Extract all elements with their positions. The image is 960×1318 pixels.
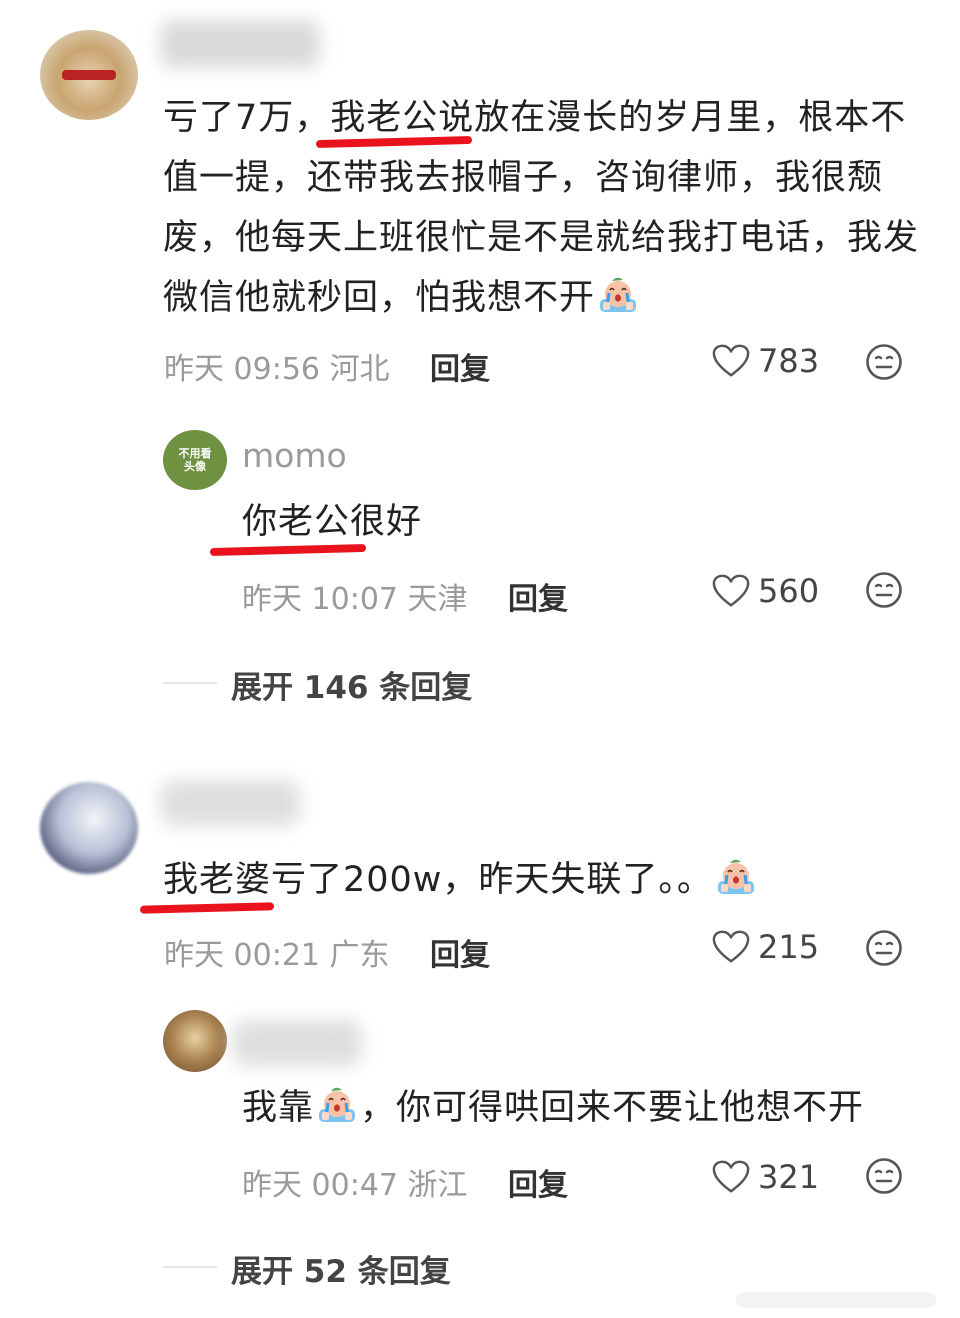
like-count: 783: [758, 342, 820, 380]
expand-replies-button[interactable]: 展开 52 条回复: [231, 1246, 451, 1291]
username-blurred: [160, 20, 320, 68]
highlight-underline: [139, 902, 275, 914]
crying-emoji-icon: [597, 275, 639, 315]
reply-username[interactable]: momo: [242, 436, 347, 475]
reply-button[interactable]: 回复: [430, 930, 490, 974]
comment-meta: 昨天 09:56 河北: [164, 352, 390, 387]
like-count: 321: [758, 1158, 820, 1196]
highlight-underline: [209, 543, 367, 557]
like-button[interactable]: 783: [712, 342, 819, 380]
watermark: [736, 1292, 936, 1308]
avatar[interactable]: [40, 30, 138, 120]
reply-button[interactable]: 回复: [508, 574, 568, 618]
reply-button[interactable]: 回复: [430, 344, 490, 388]
crying-emoji-icon: [316, 1085, 358, 1125]
heart-icon: [712, 343, 750, 379]
like-button[interactable]: 215: [712, 928, 819, 966]
dislike-face-icon[interactable]: [864, 342, 904, 382]
divider: [163, 682, 217, 684]
avatar[interactable]: [40, 782, 138, 874]
heart-icon: [712, 1159, 750, 1195]
dislike-face-icon[interactable]: [864, 1156, 904, 1196]
divider: [163, 1266, 217, 1268]
heart-icon: [712, 573, 750, 609]
comment-text: 我老婆亏了200w，昨天失联了。。: [163, 850, 923, 910]
like-button[interactable]: 560: [712, 572, 819, 610]
heart-icon: [712, 929, 750, 965]
reply-meta: 昨天 00:47 浙江: [242, 1168, 468, 1203]
avatar[interactable]: [163, 1010, 227, 1072]
crying-emoji-icon: [715, 857, 757, 897]
avatar[interactable]: 不用看头像: [163, 430, 227, 490]
comment-meta: 昨天 00:21 广东: [164, 938, 390, 973]
like-count: 215: [758, 928, 820, 966]
reply-meta: 昨天 10:07 天津: [242, 582, 468, 617]
username-blurred: [160, 780, 300, 826]
dislike-face-icon[interactable]: [864, 570, 904, 610]
dislike-face-icon[interactable]: [864, 928, 904, 968]
reply-button[interactable]: 回复: [508, 1160, 568, 1204]
reply-text: 我靠 ，你可得哄回来不要让他想不开: [242, 1078, 932, 1138]
like-button[interactable]: 321: [712, 1158, 819, 1196]
like-count: 560: [758, 572, 820, 610]
expand-replies-button[interactable]: 展开 146 条回复: [231, 662, 472, 707]
username-blurred: [232, 1020, 362, 1066]
reply-text: 你老公很好: [242, 502, 423, 542]
comment-text: 亏了7万，我老公说放在漫长的岁月里，根本不值一提，还带我去报帽子，咨询律师，我很…: [163, 98, 920, 318]
